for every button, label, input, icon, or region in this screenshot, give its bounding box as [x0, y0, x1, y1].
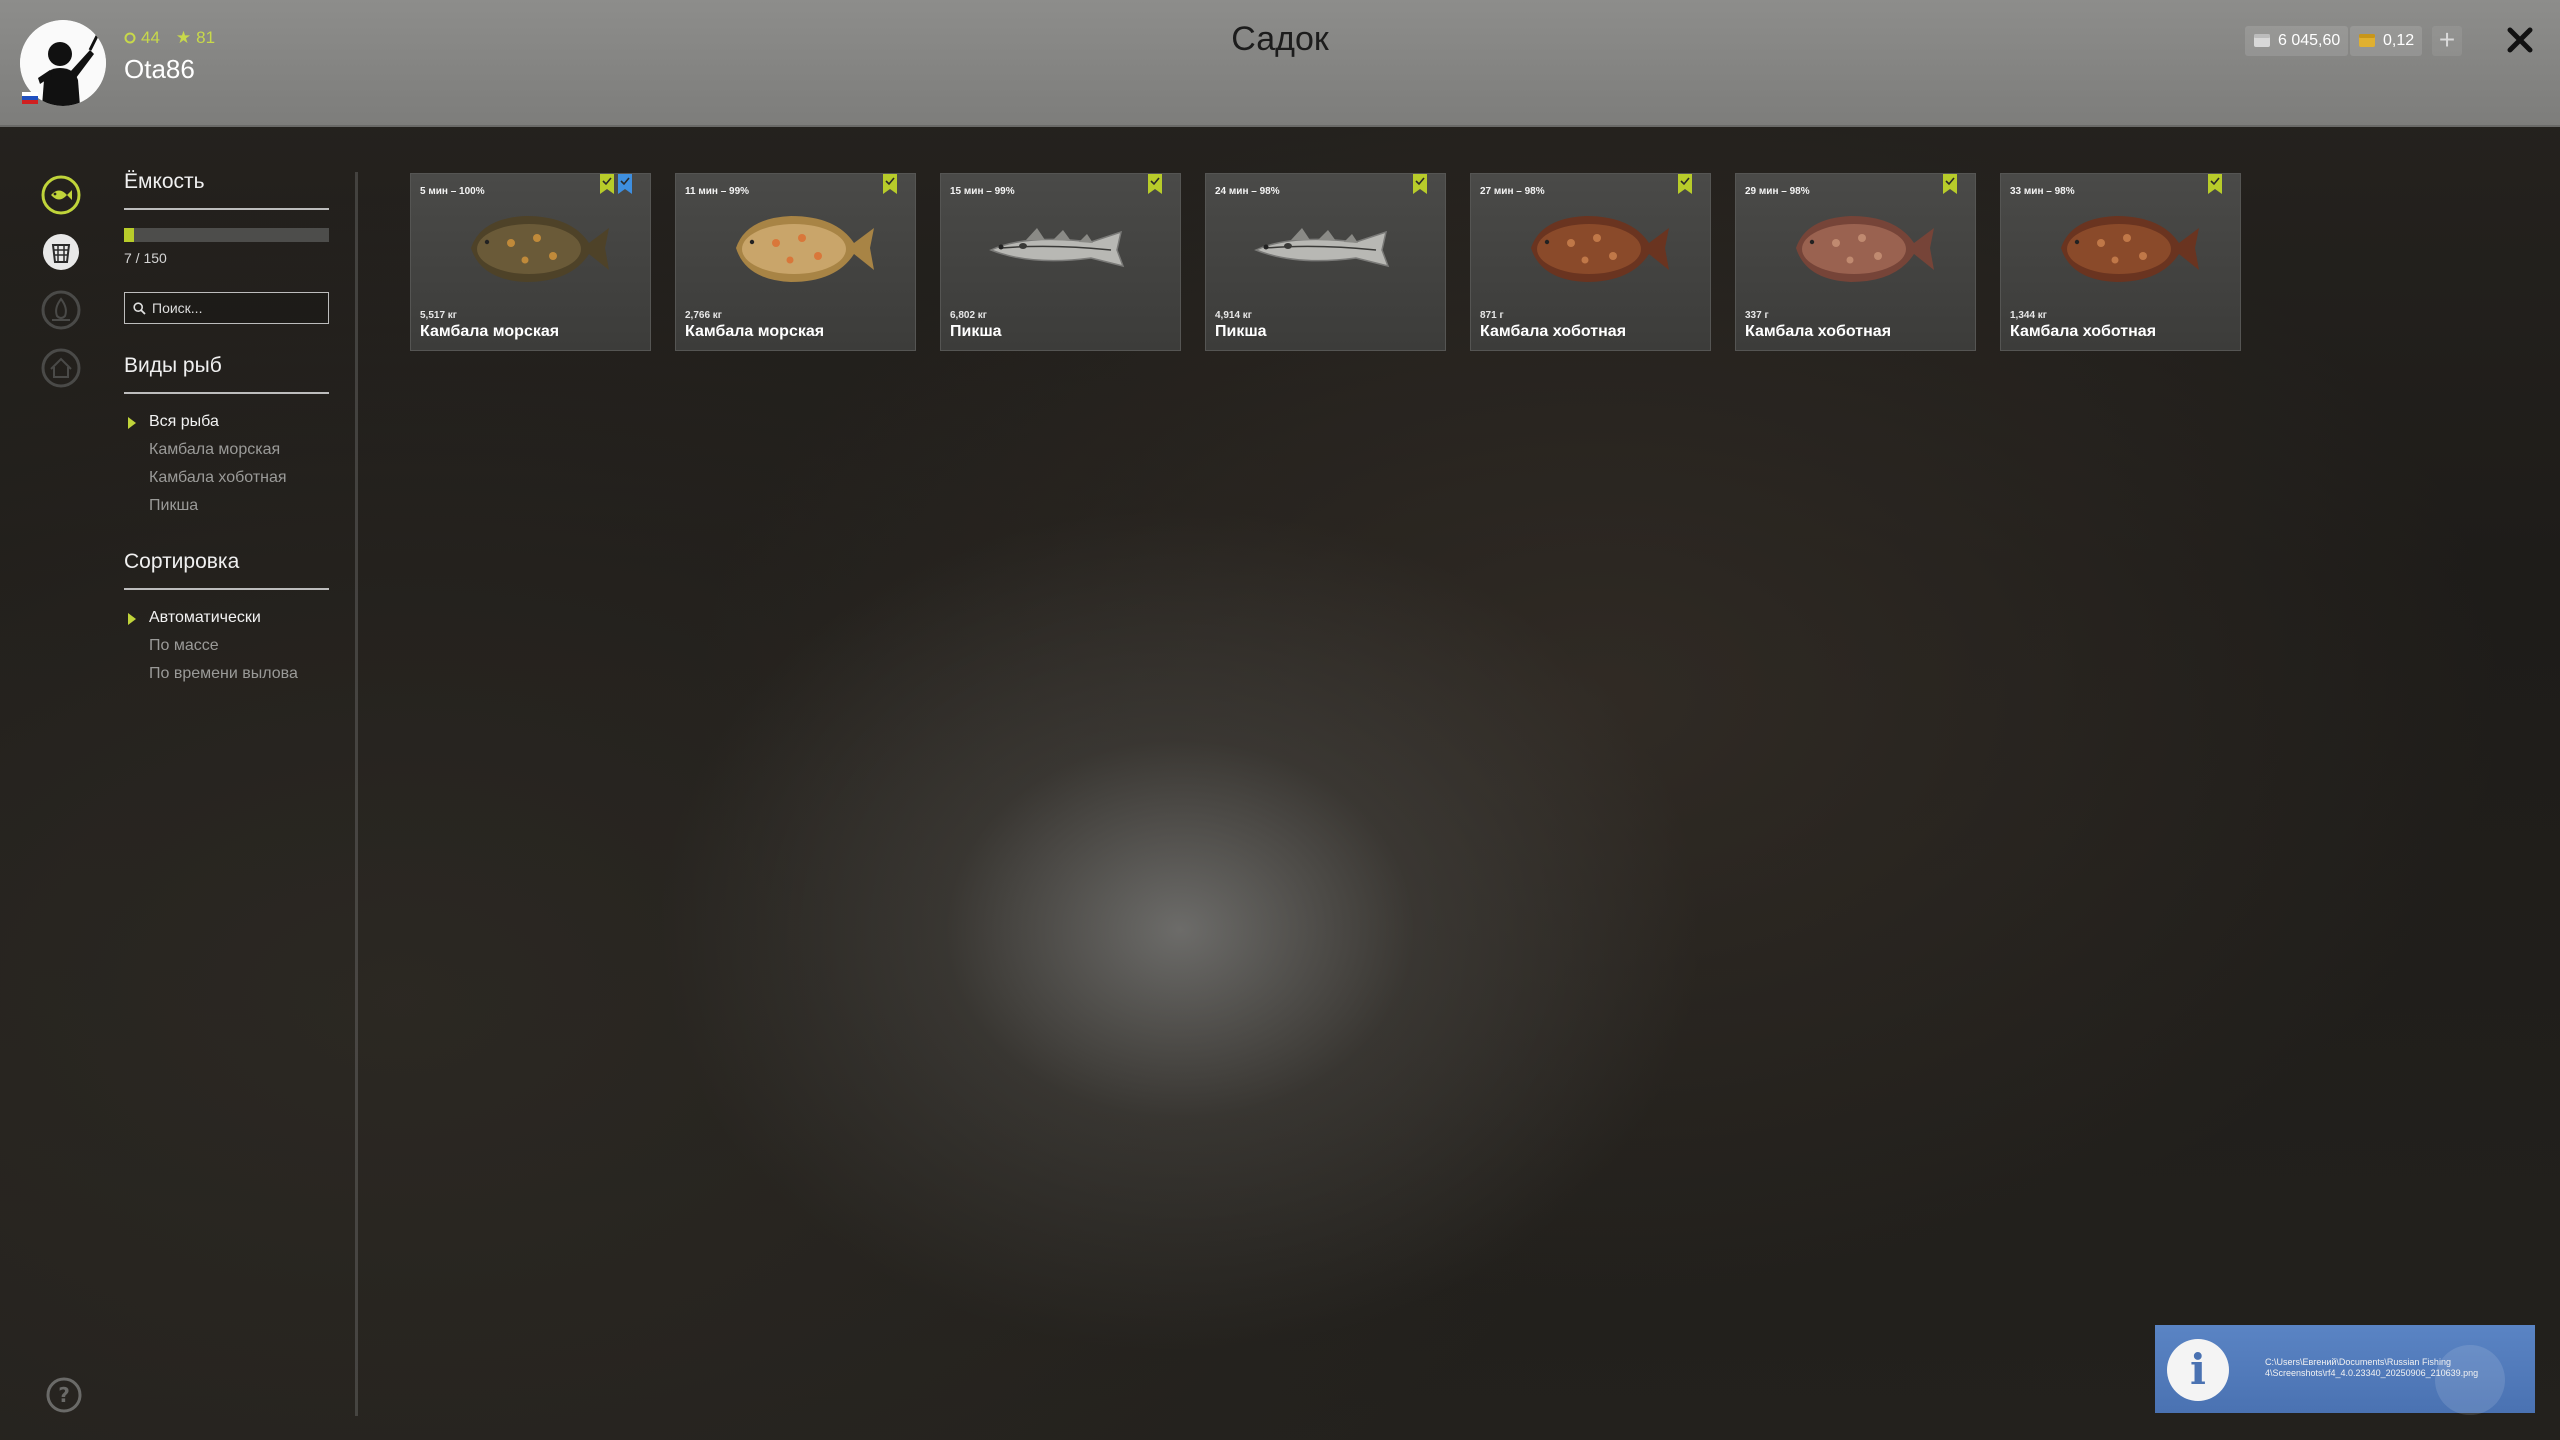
campfire-icon — [41, 290, 81, 330]
keep-ribbon-icon[interactable] — [600, 174, 614, 194]
capacity-title: Ёмкость — [124, 170, 329, 210]
fish-name: Камбала хоботная — [1480, 323, 1627, 340]
fish-weight: 4,914 кг — [1215, 310, 1252, 321]
keep-ribbon-icon[interactable] — [1943, 174, 1957, 194]
screenshot-path: C:\Users\Евгений\Documents\Russian Fishi… — [2265, 1357, 2479, 1378]
top-bar: 44 ★ 81 Ota86 Садок 6 045,60 0,12 + — [0, 0, 2560, 127]
silver-balance[interactable]: 6 045,60 — [2245, 26, 2349, 56]
gold-value: 0,12 — [2383, 32, 2415, 49]
page-title: Садок — [1231, 20, 1329, 58]
keepnet-icon — [43, 234, 79, 270]
help-icon: ? — [46, 1377, 82, 1413]
selected-arrow-icon — [128, 613, 136, 625]
campfire-tab[interactable] — [41, 290, 81, 330]
keepnet-fish-tab[interactable] — [41, 175, 81, 215]
add-currency-button[interactable]: + — [2432, 26, 2462, 56]
sort-title: Сортировка — [124, 550, 329, 590]
fish-card[interactable]: 33 мин – 98% 1,344 кг Камбала хоботная — [2000, 173, 2241, 351]
search-icon — [133, 301, 146, 315]
fish-name: Камбала морская — [685, 323, 825, 340]
search-box[interactable] — [124, 292, 329, 324]
keep-ribbon-icon[interactable] — [1678, 174, 1692, 194]
species-filter-all[interactable]: Вся рыба — [124, 408, 329, 436]
close-icon — [2507, 27, 2533, 53]
sidebar-divider — [355, 172, 358, 1416]
fish-card[interactable]: 24 мин – 98% 4,914 кг Пикша — [1205, 173, 1446, 351]
flounder-fish-icon — [471, 216, 609, 282]
fish-name: Камбала морская — [420, 323, 560, 340]
catch-time: 33 мин – 98% — [2010, 186, 2075, 197]
home-tab[interactable] — [41, 348, 81, 388]
species-filter-dab[interactable]: Камбала хоботная — [124, 464, 329, 492]
keep-ribbon-icon[interactable] — [883, 174, 897, 194]
russia-flag-icon — [22, 92, 38, 104]
fish-weight: 5,517 кг — [420, 310, 457, 321]
sort-label: По времени вылова — [149, 665, 298, 682]
catch-time: 27 мин – 98% — [1480, 186, 1545, 197]
fish-weight: 871 г — [1480, 310, 1504, 321]
sort-option-time[interactable]: По времени вылова — [124, 660, 329, 688]
silver-icon — [2254, 34, 2270, 47]
haddock-fish-icon — [1254, 228, 1390, 268]
fish-name: Камбала хоботная — [1745, 323, 1892, 340]
keep-ribbon-icon[interactable] — [2208, 174, 2222, 194]
keepnet-tab[interactable] — [41, 232, 81, 272]
help-button[interactable]: ? — [45, 1376, 83, 1414]
species-filter-haddock[interactable]: Пикша — [124, 492, 329, 520]
selected-arrow-icon — [128, 417, 136, 429]
keep-ribbon-icon[interactable] — [1148, 174, 1162, 194]
fish-weight: 6,802 кг — [950, 310, 987, 321]
fish-card[interactable]: 27 мин – 98% 871 г Камбала хоботная — [1470, 173, 1711, 351]
sort-list: Автоматически По массе По времени вылова — [124, 604, 329, 688]
cursor-decoration — [2435, 1345, 2505, 1415]
fish-card[interactable]: 29 мин – 98% 337 г Камбала хоботная — [1735, 173, 1976, 351]
close-button[interactable] — [2500, 20, 2540, 60]
capacity-bar — [124, 228, 329, 242]
home-icon — [41, 348, 81, 388]
fish-name: Пикша — [950, 323, 1002, 340]
species-label: Вся рыба — [149, 413, 219, 430]
gold-balance[interactable]: 0,12 — [2350, 26, 2423, 56]
catch-time: 11 мин – 99% — [685, 186, 750, 197]
sort-option-weight[interactable]: По массе — [124, 632, 329, 660]
silver-value: 6 045,60 — [2278, 32, 2341, 49]
species-label: Камбала морская — [149, 441, 281, 458]
species-filter-plaice[interactable]: Камбала морская — [124, 436, 329, 464]
svg-text:?: ? — [58, 1383, 70, 1407]
capacity-text: 7 / 150 — [124, 250, 167, 266]
fish-icon — [41, 175, 81, 215]
fish-name: Камбала хоботная — [2010, 323, 2157, 340]
search-input[interactable] — [152, 300, 312, 316]
fish-card[interactable]: 5 мин – 100% 5,517 кг Камбала морская — [410, 173, 651, 351]
gold-icon — [2359, 34, 2375, 47]
species-list: Вся рыба Камбала морская Камбала хоботна… — [124, 408, 329, 520]
fish-weight: 1,344 кг — [2010, 310, 2047, 321]
catch-time: 5 мин – 100% — [420, 186, 485, 197]
flounder-fish-icon — [1796, 216, 1934, 282]
species-label: Пикша — [149, 497, 199, 514]
screenshot-notification[interactable]: i C:\Users\Евгений\Documents\Russian Fis… — [2155, 1325, 2535, 1415]
info-icon: i — [2167, 1339, 2229, 1401]
species-title: Виды рыб — [124, 354, 329, 394]
sort-option-auto[interactable]: Автоматически — [124, 604, 329, 632]
capacity-fill — [124, 228, 134, 242]
fish-weight: 337 г — [1745, 310, 1769, 321]
fish-weight: 2,766 кг — [685, 310, 722, 321]
catch-time: 24 мин – 98% — [1215, 186, 1280, 197]
sort-label: По массе — [149, 637, 219, 654]
keep-ribbon-icon[interactable] — [1413, 174, 1427, 194]
fish-name: Пикша — [1215, 323, 1267, 340]
catch-time: 15 мин – 99% — [950, 186, 1015, 197]
fish-card[interactable]: 15 мин – 99% 6,802 кг Пикша — [940, 173, 1181, 351]
catch-time: 29 мин – 98% — [1745, 186, 1810, 197]
favorite-ribbon-icon[interactable] — [618, 174, 632, 194]
flounder-fish-icon — [736, 216, 874, 282]
flounder-fish-icon — [1531, 216, 1669, 282]
flounder-fish-icon — [2061, 216, 2199, 282]
species-label: Камбала хоботная — [149, 469, 287, 486]
fish-card[interactable]: 11 мин – 99% 2,766 кг Камбала морская — [675, 173, 916, 351]
haddock-fish-icon — [989, 228, 1125, 268]
sort-label: Автоматически — [149, 609, 261, 626]
sidebar: Ёмкость 7 / 150 Виды рыб Вся рыба Камбал… — [124, 170, 329, 704]
